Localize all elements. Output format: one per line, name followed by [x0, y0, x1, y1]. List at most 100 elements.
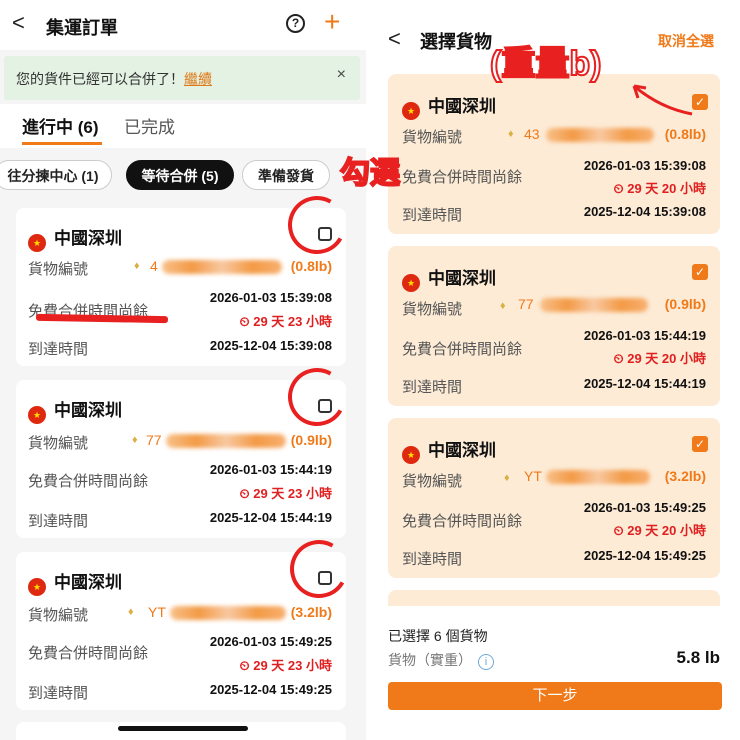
- redacted-tracking: [162, 260, 282, 274]
- back-icon[interactable]: <: [388, 26, 401, 52]
- redacted-tracking: [546, 470, 650, 484]
- selected-count: 已選擇 6 個貨物: [388, 628, 488, 644]
- tier-icon: ♦: [128, 606, 134, 618]
- active-tab-indicator: [22, 142, 102, 145]
- tracking-label: 貨物編號: [402, 301, 463, 318]
- tracking-number: YT: [524, 468, 542, 484]
- countdown: ⏲ 29 天 20 小時: [613, 181, 706, 196]
- annotation-arrow: [632, 84, 693, 116]
- consolidation-orders-screen: < 集運訂單 ? + 您的貨件已經可以合併了！繼續 × 進行中 (6) 已完成 …: [0, 0, 366, 740]
- chip-ready-to-ship[interactable]: 準備發貨: [242, 160, 330, 190]
- tracking-label: 貨物編號: [28, 435, 89, 452]
- home-indicator: [118, 726, 248, 731]
- add-icon[interactable]: +: [324, 6, 340, 38]
- banner-message: 您的貨件已經可以合併了！繼續: [16, 71, 212, 87]
- tab-completed[interactable]: 已完成: [124, 113, 175, 138]
- china-flag-icon: ★: [28, 578, 46, 596]
- free-merge-label: 免費合併時間尚餘: [402, 513, 523, 530]
- free-merge-label: 免費合併時間尚餘: [28, 645, 149, 662]
- free-merge-deadline: 2026-01-03 15:39:08: [583, 158, 706, 173]
- filter-chips: 往分揀中心 (1) 等待合併 (5) 準備發貨: [0, 154, 366, 198]
- origin-label: ★ 中國深圳: [402, 92, 496, 120]
- arrival-label: 到達時間: [402, 207, 463, 224]
- tracking-label: 貨物編號: [402, 129, 463, 146]
- china-flag-icon: ★: [402, 446, 420, 464]
- arrival-time: 2025-12-04 15:44:19: [583, 376, 706, 391]
- free-merge-deadline: 2026-01-03 15:49:25: [209, 634, 332, 649]
- arrival-time: 2025-12-04 15:39:08: [583, 204, 706, 219]
- weight-value: (3.2lb): [664, 468, 706, 484]
- tier-icon: ♦: [508, 128, 514, 140]
- merge-banner: 您的貨件已經可以合併了！繼續 ×: [4, 56, 360, 100]
- china-flag-icon: ★: [28, 406, 46, 424]
- arrival-label: 到達時間: [28, 685, 89, 702]
- annotation-check-text: 勾選: [339, 156, 401, 191]
- chip-awaiting-merge[interactable]: 等待合併 (5): [126, 160, 234, 190]
- countdown: ⏲ 29 天 20 小時: [613, 351, 706, 366]
- free-merge-deadline: 2026-01-03 15:39:08: [209, 290, 332, 305]
- free-merge-label: 免費合併時間尚餘: [402, 341, 523, 358]
- tracking-number: YT: [148, 604, 166, 620]
- page-title: 集運訂單: [46, 18, 118, 38]
- selected-shipment-card[interactable]: ★ 中國深圳 ✓ 貨物編號 ♦ 77 (0.9lb) 免費合併時間尚餘 2026-…: [388, 246, 720, 406]
- shipment-card-partial[interactable]: [16, 722, 346, 740]
- header: < 集運訂單 ? +: [0, 0, 366, 50]
- page-title: 選擇貨物: [420, 32, 492, 52]
- china-flag-icon: ★: [402, 274, 420, 292]
- origin-label: ★ 中國深圳: [28, 568, 122, 596]
- chip-to-sorting-center[interactable]: 往分揀中心 (1): [0, 160, 112, 190]
- redacted-tracking: [170, 606, 286, 620]
- weight-value: (0.8lb): [664, 126, 706, 142]
- china-flag-icon: ★: [28, 234, 46, 252]
- tracking-number: 43: [524, 126, 540, 142]
- info-icon[interactable]: i: [478, 654, 494, 670]
- countdown: ⏲ 29 天 20 小時: [613, 523, 706, 538]
- arrival-time: 2025-12-04 15:49:25: [583, 548, 706, 563]
- tracking-number: 77: [146, 432, 162, 448]
- countdown: ⏲ 29 天 23 小時: [239, 486, 332, 501]
- continue-link[interactable]: 繼續: [184, 71, 212, 87]
- origin-label: ★ 中國深圳: [402, 436, 496, 464]
- arrival-label: 到達時間: [402, 379, 463, 396]
- total-weight: 5.8 lb: [676, 648, 720, 667]
- tracking-label: 貨物編號: [28, 607, 89, 624]
- tier-icon: ♦: [132, 434, 138, 446]
- tier-icon: ♦: [134, 260, 140, 272]
- arrival-label: 到達時間: [28, 341, 89, 358]
- cancel-all-button[interactable]: 取消全選: [658, 31, 714, 51]
- tier-icon: ♦: [500, 300, 506, 312]
- checked-checkbox[interactable]: ✓: [692, 436, 708, 452]
- weight-value: (0.9lb): [664, 296, 706, 312]
- tier-icon: ♦: [504, 472, 510, 484]
- back-icon[interactable]: <: [12, 10, 25, 36]
- tracking-number: 4: [150, 258, 158, 274]
- selected-shipment-card[interactable]: ★ 中國深圳 ✓ 貨物編號 ♦ YT (3.2lb) 免費合併時間尚餘 2026-…: [388, 418, 720, 578]
- origin-label: ★ 中國深圳: [28, 224, 122, 252]
- free-merge-deadline: 2026-01-03 15:44:19: [209, 462, 332, 477]
- arrival-label: 到達時間: [28, 513, 89, 530]
- countdown: ⏲ 29 天 23 小時: [239, 658, 332, 673]
- help-icon[interactable]: ?: [286, 14, 305, 33]
- close-icon[interactable]: ×: [337, 66, 346, 84]
- annotation-weight-text: (重量b): [489, 44, 602, 84]
- checked-checkbox[interactable]: ✓: [692, 264, 708, 280]
- tab-in-progress[interactable]: 進行中 (6): [22, 113, 99, 138]
- next-step-button[interactable]: 下一步: [388, 682, 722, 710]
- tracking-label: 貨物編號: [402, 473, 463, 490]
- status-tabs: 進行中 (6) 已完成: [0, 104, 366, 148]
- arrival-time: 2025-12-04 15:49:25: [209, 682, 332, 697]
- goods-weight-label: 貨物（實重） i: [388, 650, 494, 670]
- redacted-tracking: [546, 128, 654, 142]
- free-merge-label: 免費合併時間尚餘: [402, 169, 523, 186]
- arrival-time: 2025-12-04 15:39:08: [209, 338, 332, 353]
- selection-footer: 已選擇 6 個貨物 貨物（實重） i 5.8 lb 下一步: [372, 606, 740, 740]
- origin-label: ★ 中國深圳: [28, 396, 122, 424]
- redacted-tracking: [166, 434, 286, 448]
- arrival-time: 2025-12-04 15:44:19: [209, 510, 332, 525]
- free-merge-deadline: 2026-01-03 15:44:19: [583, 328, 706, 343]
- tracking-number: 77: [518, 296, 534, 312]
- weight-value: (0.9lb): [290, 432, 332, 448]
- arrival-label: 到達時間: [402, 551, 463, 568]
- countdown: ⏲ 29 天 23 小時: [239, 314, 332, 329]
- tracking-label: 貨物編號: [28, 261, 89, 278]
